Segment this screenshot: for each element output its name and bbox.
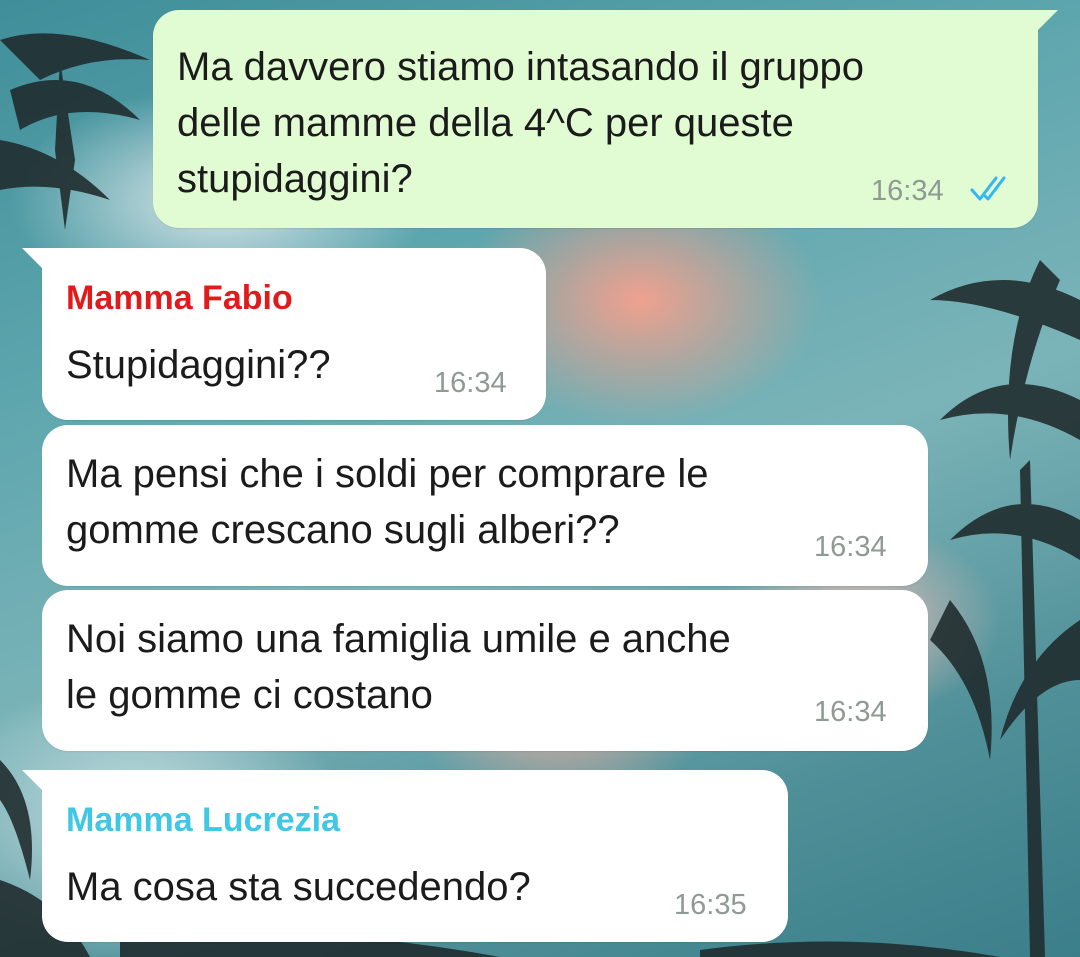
message-text-line: Ma pensi che i soldi per comprare le: [66, 452, 709, 496]
double-check-read-icon: [970, 176, 1006, 201]
message-text-line: gomme crescano sugli alberi??: [66, 508, 620, 552]
message-timestamp: 16:34: [814, 531, 887, 563]
message-text-line: delle mamme della 4^C per queste: [177, 101, 794, 145]
message-text-line: le gomme ci costano: [66, 673, 433, 717]
bubble-tail: [1032, 10, 1058, 36]
incoming-message-bubble[interactable]: Noi siamo una famiglia umile e anche le …: [42, 590, 928, 751]
message-timestamp: 16:34: [814, 696, 887, 728]
bubble-tail: [22, 770, 48, 796]
message-text-line: Ma cosa sta succedendo?: [66, 865, 531, 909]
message-text-line: stupidaggini?: [177, 157, 413, 201]
sender-name[interactable]: Mamma Lucrezia: [66, 800, 340, 840]
outgoing-message-bubble[interactable]: Ma davvero stiamo intasando il gruppo de…: [153, 10, 1058, 228]
message-text-line: Noi siamo una famiglia umile e anche: [66, 617, 731, 661]
message-text-line: Stupidaggini??: [66, 343, 331, 387]
message-timestamp: 16:34: [434, 367, 507, 399]
message-text-line: Ma davvero stiamo intasando il gruppo: [177, 45, 865, 89]
message-timestamp: 16:35: [674, 889, 747, 921]
sender-name[interactable]: Mamma Fabio: [66, 278, 293, 318]
incoming-message-bubble[interactable]: Ma pensi che i soldi per comprare le gom…: [42, 425, 928, 586]
incoming-message-bubble[interactable]: Mamma Fabio Stupidaggini?? 16:34: [22, 248, 546, 420]
message-timestamp: 16:34: [871, 175, 944, 207]
incoming-message-bubble[interactable]: Mamma Lucrezia Ma cosa sta succedendo? 1…: [22, 770, 788, 942]
bubble-tail: [22, 248, 48, 274]
